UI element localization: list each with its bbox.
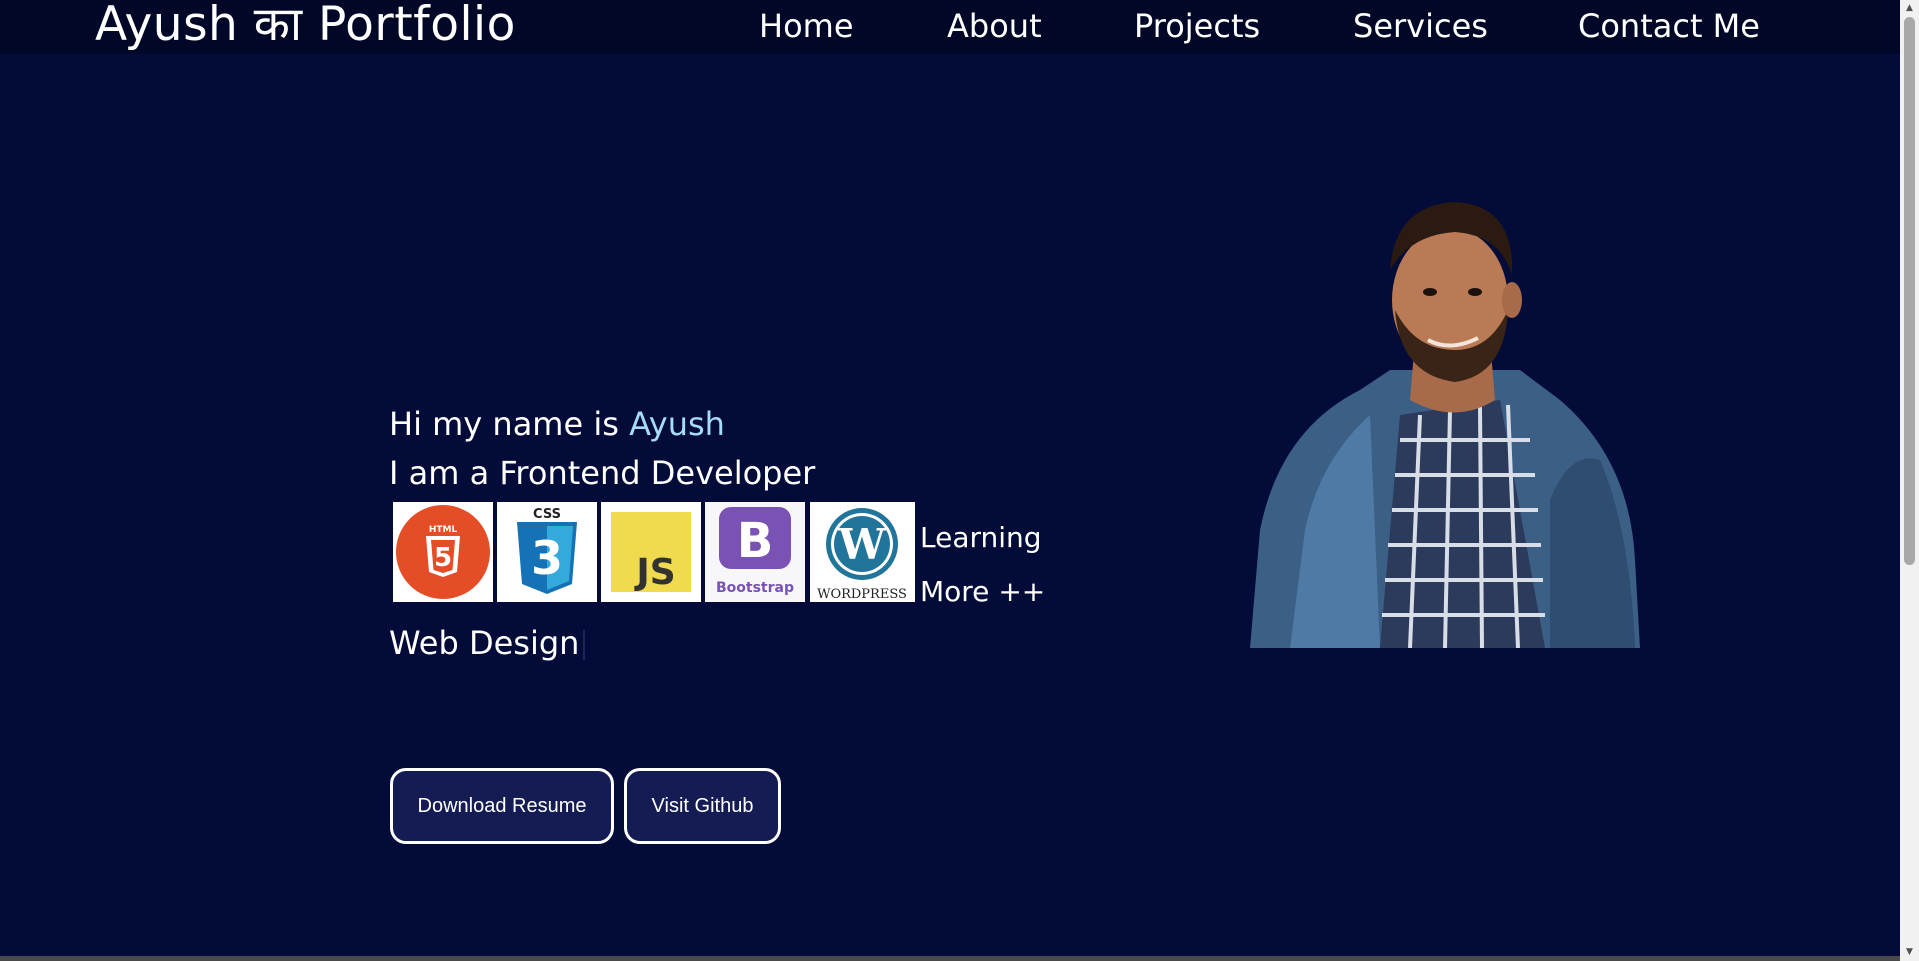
navbar: Ayush का Portfolio Home About Projects S… bbox=[0, 0, 1900, 54]
svg-text:JS: JS bbox=[633, 552, 675, 593]
site-brand[interactable]: Ayush का Portfolio bbox=[95, 0, 516, 50]
role-heading: I am a Frontend Developer bbox=[389, 454, 816, 492]
intro-name: Ayush bbox=[629, 405, 725, 443]
svg-text:HTML: HTML bbox=[429, 525, 458, 535]
page-bottom-edge bbox=[0, 956, 1900, 961]
download-resume-button[interactable]: Download Resume bbox=[390, 768, 614, 844]
learning-label: Learning bbox=[920, 521, 1042, 554]
scrollbar-thumb[interactable] bbox=[1904, 17, 1915, 565]
svg-text:CSS: CSS bbox=[533, 507, 561, 522]
scroll-down-arrow-icon[interactable]: ▼ bbox=[1900, 944, 1919, 961]
vertical-scrollbar[interactable]: ▲ ▼ bbox=[1900, 0, 1919, 961]
nav-link-home[interactable]: Home bbox=[759, 6, 854, 46]
profile-photo bbox=[1250, 200, 1640, 648]
nav-link-projects[interactable]: Projects bbox=[1134, 6, 1260, 46]
nav-link-services[interactable]: Services bbox=[1353, 6, 1488, 46]
bootstrap-icon: B Bootstrap bbox=[705, 502, 805, 602]
javascript-icon: JS bbox=[601, 502, 701, 602]
nav-link-about[interactable]: About bbox=[947, 6, 1042, 46]
scroll-up-arrow-icon[interactable]: ▲ bbox=[1900, 0, 1919, 17]
typing-text: Web Design bbox=[389, 621, 586, 665]
intro-prefix: Hi my name is bbox=[389, 405, 630, 443]
wordpress-icon: W WORDPRESS bbox=[810, 502, 915, 602]
css3-icon: CSS 3 bbox=[497, 502, 597, 602]
svg-text:W: W bbox=[837, 520, 886, 569]
typing-cursor bbox=[583, 630, 586, 660]
nav-link-contact[interactable]: Contact Me bbox=[1578, 6, 1760, 46]
svg-text:WORDPRESS: WORDPRESS bbox=[817, 587, 907, 602]
svg-text:3: 3 bbox=[531, 531, 563, 585]
portfolio-page: Ayush का Portfolio Home About Projects S… bbox=[0, 0, 1900, 961]
html5-icon: HTML 5 bbox=[393, 502, 493, 602]
visit-github-button[interactable]: Visit Github bbox=[624, 768, 781, 844]
learning-more-label: More ++ bbox=[920, 575, 1046, 608]
svg-text:Bootstrap: Bootstrap bbox=[716, 580, 794, 596]
svg-text:5: 5 bbox=[434, 543, 452, 573]
typing-word: Web Design bbox=[389, 624, 580, 662]
svg-text:B: B bbox=[737, 513, 774, 569]
intro-heading: Hi my name is Ayush bbox=[389, 402, 725, 446]
